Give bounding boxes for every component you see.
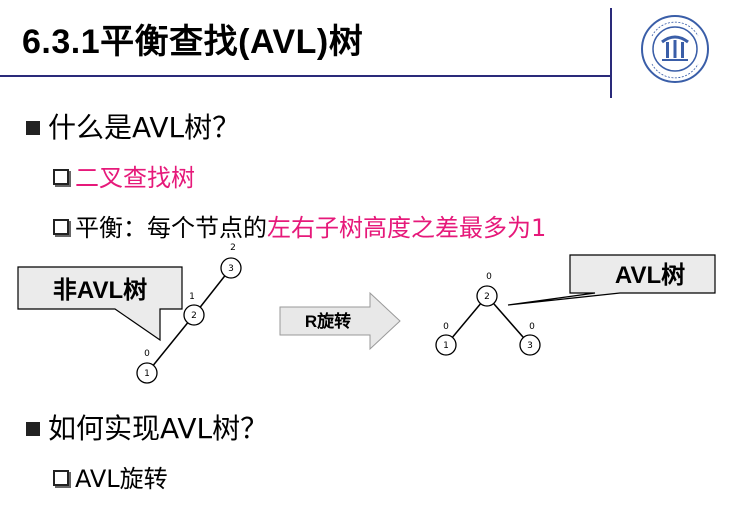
right-callout: AVL树	[507, 254, 716, 306]
bullet-bst: 二叉查找树	[53, 158, 195, 193]
hollow-square-bullet-icon	[53, 219, 69, 235]
square-bullet-icon	[26, 121, 40, 135]
avl-rotation-diagram: 非AVL树 3 2 2 1 1 0 R旋转 AVL树 2 0 1 0 3 0	[17, 243, 716, 384]
slide-title: 6.3.1平衡查找(AVL)树	[22, 23, 364, 61]
height-label: 0	[529, 322, 535, 332]
bullet-text: 二叉查找树	[75, 164, 195, 192]
right-tree-node: 1 0	[435, 322, 457, 356]
svg-text:2: 2	[484, 292, 490, 302]
svg-text:1: 1	[443, 341, 449, 351]
right-tree-node: 3 0	[519, 322, 541, 356]
question-text: 如何实现AVL树？	[48, 412, 269, 445]
svg-text:1: 1	[144, 369, 150, 379]
height-label: 2	[230, 243, 236, 253]
height-label: 0	[486, 272, 492, 282]
svg-text:2: 2	[191, 311, 197, 321]
question-how-implement: 如何实现AVL树？	[26, 407, 268, 447]
square-bullet-icon	[26, 422, 40, 436]
svg-text:3: 3	[228, 264, 234, 274]
left-callout-label: 非AVL树	[53, 277, 147, 304]
height-label: 0	[144, 349, 150, 359]
logo-divider	[610, 8, 612, 98]
left-callout: 非AVL树	[17, 266, 183, 342]
svg-text:3: 3	[527, 341, 533, 351]
right-callout-label: AVL树	[615, 262, 685, 289]
left-tree-node: 2 1	[183, 292, 205, 326]
left-tree-node: 3 2	[220, 243, 242, 279]
arrow-label: R旋转	[305, 311, 351, 331]
height-label: 0	[443, 322, 449, 332]
left-tree-node: 1 0	[136, 349, 158, 384]
question-text: 什么是AVL树？	[48, 111, 241, 144]
university-seal-icon	[641, 15, 709, 83]
hollow-square-bullet-icon	[53, 470, 69, 486]
title-divider	[0, 75, 610, 77]
rotation-arrow: R旋转	[279, 291, 401, 351]
bullet-avl-rotation: AVL旋转	[53, 459, 168, 494]
height-label: 1	[189, 292, 195, 302]
bullet-text: AVL旋转	[75, 465, 168, 493]
hollow-square-bullet-icon	[53, 169, 69, 185]
question-what-is-avl: 什么是AVL树？	[26, 106, 240, 146]
right-tree-node: 2 0	[476, 272, 498, 307]
